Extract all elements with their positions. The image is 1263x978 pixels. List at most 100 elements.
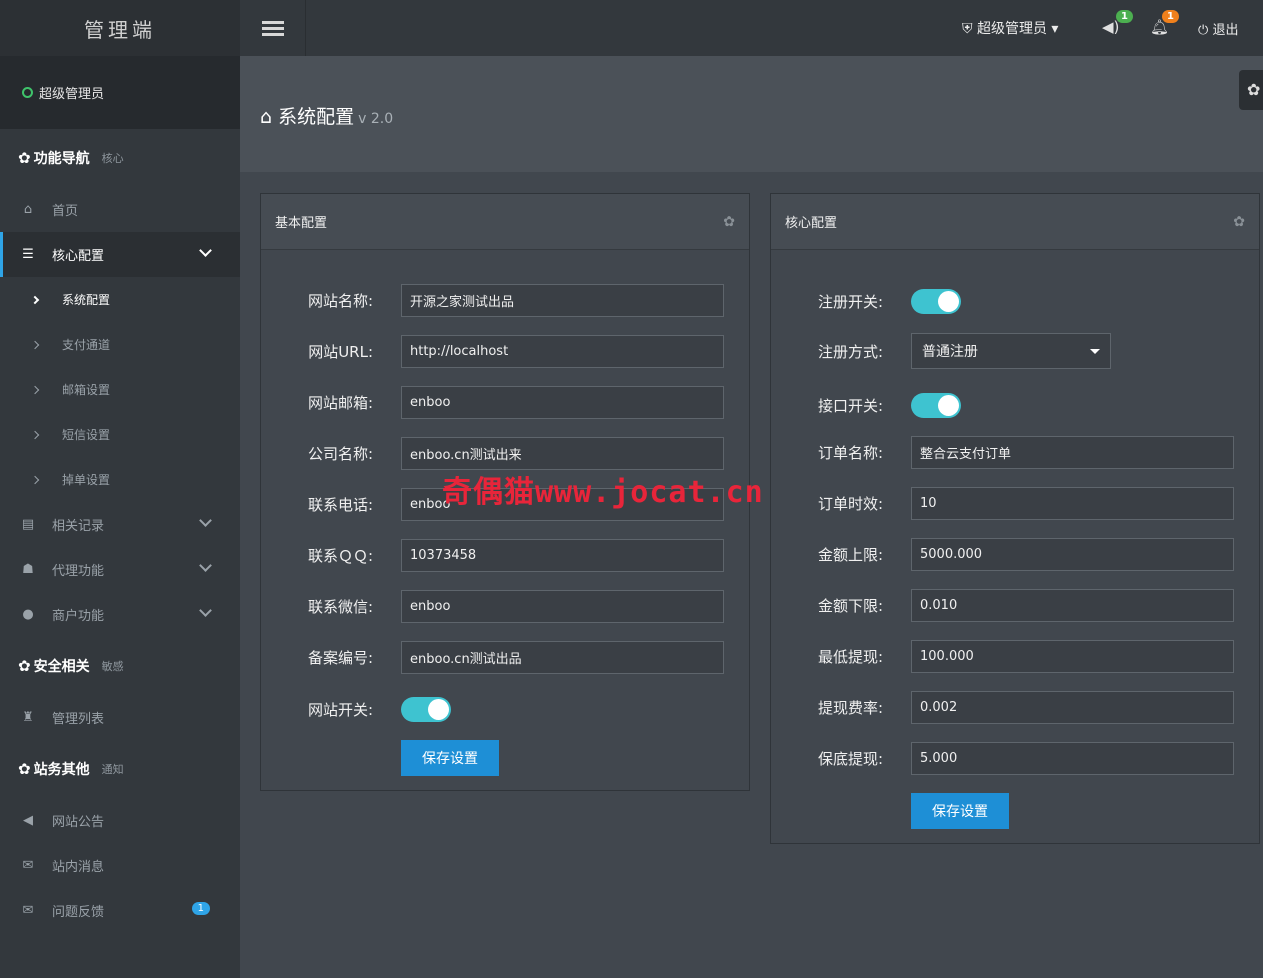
sub-item-sms-settings[interactable]: 短信设置 <box>0 412 240 457</box>
page-header: ⌂ 系统配置 v 2.0 ✿ <box>240 56 1263 172</box>
field-api-switch: 接口开关: <box>771 393 961 418</box>
sound-badge: 1 <box>1116 10 1133 23</box>
sidebar-item-label: 代理功能 <box>52 564 105 579</box>
site-email-input[interactable]: enboo <box>401 386 724 419</box>
section-tag: 敏感 <box>101 660 124 673</box>
users-icon: ☗ <box>22 562 34 577</box>
power-icon: ⏻ <box>1198 23 1209 38</box>
home-icon: ⌂ <box>260 106 273 128</box>
chevron-right-icon <box>30 340 40 349</box>
register-switch-toggle[interactable] <box>911 289 961 314</box>
sidebar-item-label: 管理列表 <box>52 712 105 727</box>
menu-icon <box>261 20 284 24</box>
field-register-mode: 注册方式: 普通注册 <box>771 333 1111 369</box>
icp-input[interactable]: enboo.cn测试出品 <box>401 641 724 674</box>
save-core-button[interactable]: 保存设置 <box>911 793 1009 829</box>
chevron-right-icon <box>30 295 40 304</box>
user-status[interactable]: 超级管理员 <box>0 56 240 129</box>
gear-icon: ✿ <box>18 760 31 778</box>
sub-item-email-settings[interactable]: 邮箱设置 <box>0 367 240 412</box>
qq-input[interactable]: 10373458 <box>401 539 724 572</box>
field-site-switch: 网站开关: <box>261 697 451 722</box>
sub-item-label: 系统配置 <box>62 293 111 307</box>
sidebar-item-feedback[interactable]: ✉ 问题反馈 1 <box>0 888 240 933</box>
base-withdraw-input[interactable]: 5.000 <box>911 742 1234 775</box>
caret-down-icon: ▾ <box>1051 21 1059 37</box>
sub-item-payment-channel[interactable]: 支付通道 <box>0 322 240 367</box>
sidebar-item-records[interactable]: ▤ 相关记录 <box>0 502 240 547</box>
user-icon: ● <box>22 607 34 622</box>
sub-item-drop-order-settings[interactable]: 掉单设置 <box>0 457 240 502</box>
section-security: ✿ 安全相关 敏感 <box>0 637 240 695</box>
menu-toggle-button[interactable] <box>240 0 306 56</box>
field-order-timeout: 订单时效: 10 <box>771 487 1234 520</box>
gear-icon: ✿ <box>1247 80 1261 99</box>
sidebar-item-home[interactable]: ⌂ 首页 <box>0 187 240 232</box>
home-icon: ⌂ <box>23 202 33 217</box>
chevron-right-icon <box>30 385 40 394</box>
min-withdraw-input[interactable]: 100.000 <box>911 640 1234 673</box>
sidebar-item-label: 问题反馈 <box>52 905 105 920</box>
sidebar-item-messages[interactable]: ✉ 站内消息 <box>0 843 240 888</box>
api-switch-toggle[interactable] <box>911 393 961 418</box>
order-timeout-input[interactable]: 10 <box>911 487 1234 520</box>
core-config-panel: 核心配置 ✿ 注册开关: 注册方式: 普通注册 接口开关: 订单名称: 整合云支… <box>770 193 1260 844</box>
sidebar-item-agent[interactable]: ☗ 代理功能 <box>0 547 240 592</box>
section-tag: 核心 <box>101 152 124 165</box>
panel-title: 基本配置 <box>275 216 328 231</box>
field-amount-max: 金额上限: 5000.000 <box>771 538 1234 571</box>
calendar-icon: ▤ <box>21 517 35 532</box>
amount-min-input[interactable]: 0.010 <box>911 589 1234 622</box>
user-secret-icon: ♜ <box>22 710 34 725</box>
sidebar-item-merchant[interactable]: ● 商户功能 <box>0 592 240 637</box>
brand-logo: 管理端 <box>0 0 240 56</box>
field-min-withdraw: 最低提现: 100.000 <box>771 640 1234 673</box>
field-company-name: 公司名称: enboo.cn测试出来 <box>261 437 724 470</box>
chevron-down-icon <box>199 604 212 617</box>
caret-down-icon <box>1090 349 1100 354</box>
site-name-input[interactable]: 开源之家测试出品 <box>401 284 724 317</box>
bell-badge: 1 <box>1162 10 1179 23</box>
sidebar-item-label: 商户功能 <box>52 609 105 624</box>
field-site-name: 网站名称: 开源之家测试出品 <box>261 284 724 317</box>
company-name-input[interactable]: enboo.cn测试出来 <box>401 437 724 470</box>
field-site-url: 网站URL: http://localhost <box>261 335 724 368</box>
envelope-icon: ✉ <box>22 858 34 873</box>
panel-header: 核心配置 ✿ <box>771 194 1259 250</box>
online-status-icon <box>22 87 33 98</box>
gear-icon: ✿ <box>18 149 31 167</box>
sidebar-item-core-config[interactable]: ☰ 核心配置 <box>0 232 240 277</box>
envelope-icon: ✉ <box>22 903 34 918</box>
amount-max-input[interactable]: 5000.000 <box>911 538 1234 571</box>
panel-title: 核心配置 <box>785 216 838 231</box>
admin-dropdown[interactable]: ⛨ 超级管理员 ▾ <box>962 18 1058 38</box>
field-register-switch: 注册开关: <box>771 289 961 314</box>
save-basic-button[interactable]: 保存设置 <box>401 740 499 776</box>
sub-item-label: 邮箱设置 <box>62 383 111 397</box>
wechat-input[interactable]: enboo <box>401 590 724 623</box>
logout-button[interactable]: ⏻ 退出 <box>1198 19 1238 38</box>
field-site-email: 网站邮箱: enboo <box>261 386 724 419</box>
order-name-input[interactable]: 整合云支付订单 <box>911 436 1234 469</box>
shield-icon: ⛨ <box>962 21 973 37</box>
sidebar-item-announcement[interactable]: ◀ 网站公告 <box>0 798 240 843</box>
field-icp: 备案编号: enboo.cn测试出品 <box>261 641 724 674</box>
page-version: v 2.0 <box>358 111 394 127</box>
top-bar: ⛨ 超级管理员 ▾ ◀) 1 🔔︎ 1 ⏻ 退出 <box>240 0 1263 56</box>
sidebar-item-label: 相关记录 <box>52 519 105 534</box>
sub-item-label: 掉单设置 <box>62 473 111 487</box>
site-switch-toggle[interactable] <box>401 697 451 722</box>
withdraw-fee-input[interactable]: 0.002 <box>911 691 1234 724</box>
register-mode-select[interactable]: 普通注册 <box>911 333 1111 369</box>
gear-icon[interactable]: ✿ <box>723 214 735 230</box>
field-qq: 联系ＱＱ: 10373458 <box>261 539 724 572</box>
sidebar-item-admin-list[interactable]: ♜ 管理列表 <box>0 695 240 740</box>
gear-icon[interactable]: ✿ <box>1233 214 1245 230</box>
site-url-input[interactable]: http://localhost <box>401 335 724 368</box>
settings-panel-toggle[interactable]: ✿ <box>1239 70 1263 110</box>
sidebar-item-label: 核心配置 <box>52 249 105 264</box>
field-order-name: 订单名称: 整合云支付订单 <box>771 436 1234 469</box>
chevron-right-icon <box>30 430 40 439</box>
page-title: ⌂ 系统配置 v 2.0 <box>260 106 394 128</box>
sub-item-system-config[interactable]: 系统配置 <box>0 277 240 322</box>
